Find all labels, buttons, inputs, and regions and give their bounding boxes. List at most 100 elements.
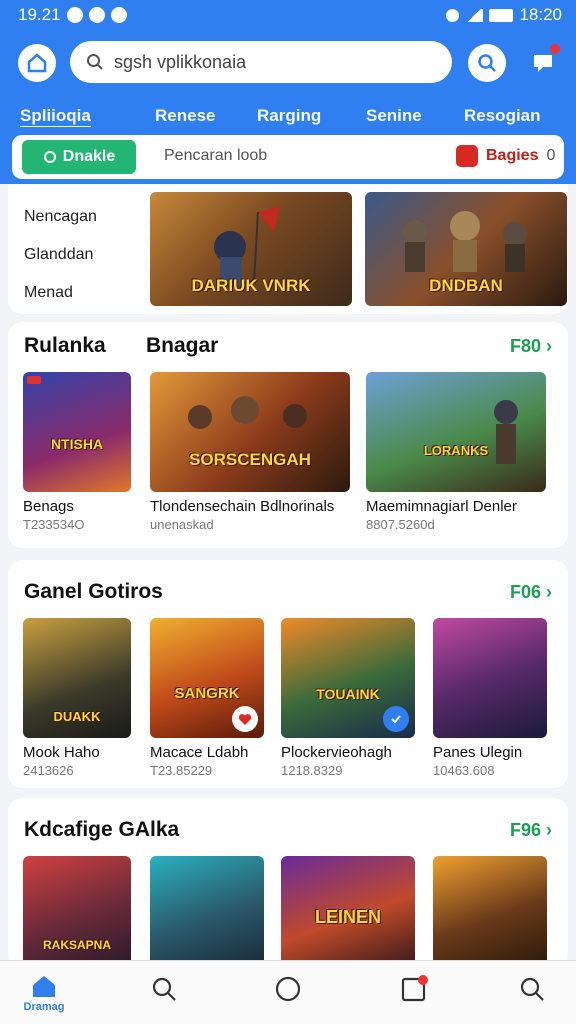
card-caption: RAKSAPNA — [42, 938, 111, 952]
tab-2[interactable]: Rarging — [257, 106, 321, 126]
card-subtitle: 2413626 — [23, 763, 74, 778]
side-link-0[interactable]: Nencagan — [24, 198, 97, 236]
card-title: Maemimnagiarl Denler — [366, 498, 517, 515]
home-button[interactable] — [18, 44, 56, 82]
side-link-1[interactable]: Glanddan — [24, 236, 97, 274]
status-bar: 19.21 18:20 — [0, 0, 576, 30]
card-title: Plockervieohagh — [281, 744, 392, 761]
game-thumbnail — [433, 618, 547, 738]
card-caption: SANGRK — [174, 685, 240, 702]
search-icon — [87, 54, 103, 70]
card-subtitle: T23.85229 — [150, 763, 213, 778]
game-thumbnail: NTISHA — [23, 372, 131, 492]
featured-banner-0[interactable]: DARIUK VNRK — [150, 192, 352, 306]
featured-caption-1: DNDBAN — [429, 276, 503, 295]
game-thumbnail: LORANKS — [366, 372, 546, 492]
card-title: Tlondensechain Bdlnorinals — [150, 498, 335, 515]
search-placeholder: sgsh vplikkonaia — [114, 51, 247, 72]
chat-icon — [534, 55, 552, 72]
app-icon — [110, 7, 127, 23]
card-subtitle: T233534O — [23, 517, 85, 532]
game-thumbnail — [433, 856, 547, 966]
status-time-left: 19.21 — [18, 5, 61, 24]
card-title: Panes Ulegin — [433, 744, 523, 761]
card-subtitle: 10463.608 — [433, 763, 495, 778]
game-thumbnail: SANGRK — [150, 618, 264, 738]
tab-0[interactable]: Spliioqia — [20, 106, 91, 126]
tab-4[interactable]: Resogian — [464, 106, 541, 126]
game-card[interactable]: NTISHA Benags T233534O — [23, 372, 133, 532]
game-thumbnail — [150, 856, 264, 966]
tag-icon — [27, 376, 41, 384]
notifications-button[interactable] — [524, 44, 562, 82]
nav-profile[interactable] — [512, 975, 552, 1015]
home-icon — [27, 53, 47, 73]
search-icon — [478, 54, 496, 72]
heart-icon — [238, 713, 252, 725]
section-ganel: Ganel Gotiros F06 › DUAKK Mook Haho 2413… — [8, 560, 568, 788]
see-all-link[interactable]: F80 › — [510, 336, 552, 357]
badge-icon — [456, 145, 478, 167]
notification-icon — [66, 7, 83, 23]
game-card[interactable] — [150, 856, 264, 966]
card-caption: DUAKK — [53, 709, 101, 724]
see-all-label: F96 — [509, 820, 541, 840]
enable-button[interactable]: Dnakle — [22, 140, 136, 174]
see-all-label: F80 — [509, 336, 541, 356]
card-caption: LEINEN — [314, 907, 381, 927]
home-icon — [33, 976, 55, 997]
game-card[interactable]: TOUAINK Plockervieohagh 1218.8329 — [281, 618, 417, 778]
battlefield-image — [494, 400, 518, 464]
side-link-2[interactable]: Menad — [24, 274, 97, 312]
game-thumbnail: LEINEN — [281, 856, 415, 966]
see-all-link[interactable]: F96 › — [510, 820, 552, 841]
search-button[interactable] — [468, 44, 506, 82]
favorite-button[interactable] — [232, 706, 258, 732]
tab-1[interactable]: Renese — [155, 106, 215, 126]
section-kdcafige: Kdcafige GAlka F96 › RAKSAPNA LEINEN — [8, 798, 568, 968]
game-card[interactable] — [433, 856, 547, 966]
badges-count: 0 — [546, 147, 556, 164]
section-title: Rulanka — [24, 334, 106, 357]
game-thumbnail: SORSCENGAH — [150, 372, 350, 492]
filter-bar: Dnakle Pencaran loob Bagies 0 — [12, 135, 564, 179]
nav-notifications[interactable] — [394, 975, 434, 1015]
game-card[interactable]: RAKSAPNA — [23, 856, 131, 966]
section-rulanka: Rulanka Bnagar F80 › NTISHA Benags T2335… — [8, 322, 568, 548]
card-caption: NTISHA — [50, 436, 104, 452]
game-card[interactable]: SORSCENGAH Tlondensechain Bdlnorinals un… — [150, 372, 352, 532]
badges-button[interactable]: Bagies 0 — [456, 145, 555, 167]
tag-icon — [43, 151, 56, 163]
status-time-right: 18:20 — [519, 5, 562, 24]
game-thumbnail: RAKSAPNA — [23, 856, 131, 966]
game-card[interactable]: SANGRK Macace Ldabh T23.85229 — [150, 618, 266, 778]
enable-label: Dnakle — [62, 148, 116, 165]
signal-icon — [465, 8, 484, 22]
section-title-secondary: Bnagar — [146, 334, 219, 357]
warrior-army-image — [188, 396, 307, 429]
nav-circle[interactable] — [268, 975, 308, 1015]
notification-badge — [418, 975, 428, 985]
filter-text[interactable]: Pencaran loob — [164, 147, 267, 165]
game-card[interactable]: Panes Ulegin 10463.608 — [433, 618, 549, 778]
game-thumbnail: DUAKK — [23, 618, 131, 738]
section-title: Ganel Gotiros — [24, 580, 163, 603]
nav-search[interactable] — [144, 975, 184, 1015]
settings-icon — [88, 7, 105, 23]
see-all-link[interactable]: F06 › — [510, 582, 552, 603]
verified-badge — [383, 706, 409, 732]
tab-3[interactable]: Senine — [366, 106, 422, 126]
search-input[interactable]: sgsh vplikkonaia — [70, 41, 452, 83]
notification-badge — [550, 44, 560, 54]
game-card[interactable]: LORANKS Maemimnagiarl Denler 8807.5260d — [366, 372, 548, 532]
game-card[interactable]: LEINEN — [281, 856, 415, 966]
card-subtitle: 1218.8329 — [281, 763, 343, 778]
game-card[interactable]: DUAKK Mook Haho 2413626 — [23, 618, 133, 778]
nav-home[interactable]: Dramag — [24, 973, 64, 1013]
featured-banner-1[interactable]: DNDBAN — [365, 192, 567, 306]
game-thumbnail: TOUAINK — [281, 618, 415, 738]
see-all-label: F06 — [509, 582, 541, 602]
card-title: Benags — [23, 498, 74, 515]
featured-caption-0: DARIUK VNRK — [191, 276, 311, 295]
circle-icon — [275, 976, 301, 1002]
